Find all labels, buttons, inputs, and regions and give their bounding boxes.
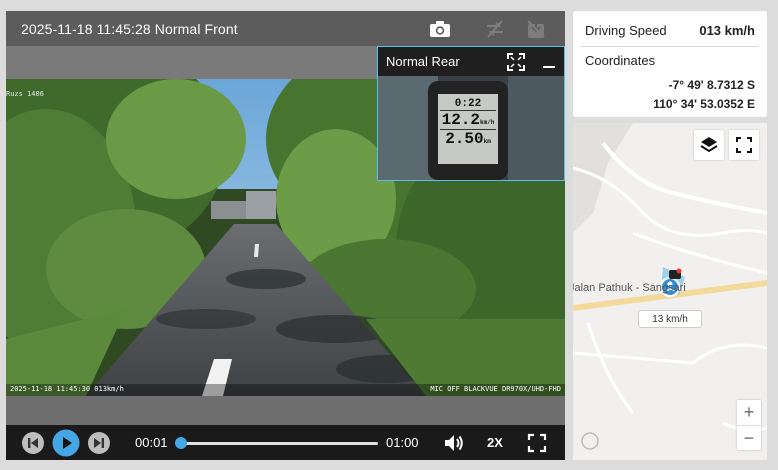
front-video[interactable]: Ruzs 1406 2025-11-18 11:45:30 013km/h MI… bbox=[6, 46, 565, 396]
bike-computer: 0:22 12.2 km/h 2.50 km bbox=[440, 98, 496, 148]
fullscreen-icon[interactable] bbox=[527, 433, 547, 453]
minimize-icon[interactable] bbox=[541, 52, 557, 72]
video-header: 2025-11-18 11:45:28 Normal Front bbox=[6, 11, 565, 46]
camera-icon[interactable] bbox=[428, 17, 452, 41]
latitude: -7° 49' 8.7312 S bbox=[668, 78, 755, 92]
meter-speed: 12.2 bbox=[441, 111, 480, 129]
zoom-out-button[interactable]: − bbox=[737, 425, 761, 450]
total-time: 01:00 bbox=[386, 435, 419, 450]
current-time: 00:01 bbox=[135, 435, 168, 450]
play-button[interactable] bbox=[52, 429, 80, 457]
map-fullscreen-button[interactable] bbox=[729, 130, 759, 160]
rear-title: Normal Rear bbox=[386, 54, 460, 69]
download-icon[interactable] bbox=[524, 17, 548, 41]
road-label: Jalan Pathuk - Sangsari bbox=[573, 282, 686, 294]
expand-icon[interactable] bbox=[506, 52, 526, 72]
fullscreen-icon bbox=[736, 137, 752, 153]
app-frame: 2025-11-18 11:45:28 Normal Front Ruzs 14… bbox=[0, 0, 778, 470]
seek-track[interactable] bbox=[177, 442, 378, 445]
driving-info-panel: Driving Speed 013 km/h Coordinates -7° 4… bbox=[573, 11, 767, 117]
meter-distance-unit: km bbox=[483, 138, 491, 145]
layers-button[interactable] bbox=[694, 130, 724, 160]
speed-value: 013 km/h bbox=[699, 23, 755, 38]
volume-icon[interactable] bbox=[443, 433, 465, 453]
rear-camera-image: 0:22 12.2 km/h 2.50 km bbox=[378, 76, 564, 180]
rear-video-pip[interactable]: Normal Rear 0:22 12.2 km/h 2.50 km bbox=[377, 46, 565, 181]
osd-bottom-bar: 2025-11-18 11:45:30 013km/h MIC OFF BLAC… bbox=[6, 384, 565, 396]
next-button[interactable] bbox=[87, 431, 111, 455]
map-view[interactable]: Jalan Pathuk - Sangsari 13 km/h + − bbox=[573, 123, 767, 460]
osd-device: MIC OFF BLACKVUE DR970X/UHD-FHD bbox=[430, 385, 561, 393]
divider bbox=[581, 46, 759, 47]
zoom-control: + − bbox=[737, 400, 761, 450]
rear-header: Normal Rear bbox=[378, 47, 564, 76]
player-controls: 00:01 01:00 2X bbox=[6, 425, 565, 460]
layers-icon bbox=[700, 137, 718, 153]
coords-label: Coordinates bbox=[585, 53, 656, 68]
prev-button[interactable] bbox=[21, 431, 45, 455]
longitude: 110° 34' 53.0352 E bbox=[653, 97, 755, 111]
osd-timestamp: 2025-11-18 11:45:30 013km/h bbox=[10, 385, 124, 393]
meter-distance: 2.50 bbox=[445, 130, 484, 148]
zoom-in-button[interactable]: + bbox=[737, 400, 761, 425]
meter-time: 0:22 bbox=[440, 98, 496, 111]
video-title: 2025-11-18 11:45:28 Normal Front bbox=[21, 20, 238, 37]
swap-camera-icon[interactable] bbox=[483, 17, 507, 41]
marker-speed-tag: 13 km/h bbox=[638, 310, 702, 328]
meter-speed-unit: km/h bbox=[480, 119, 495, 126]
osd-top-label: Ruzs 1406 bbox=[6, 90, 44, 98]
speed-label: Driving Speed bbox=[585, 23, 667, 38]
seek-handle[interactable] bbox=[175, 437, 188, 449]
playback-rate[interactable]: 2X bbox=[487, 435, 503, 450]
video-player: 2025-11-18 11:45:28 Normal Front Ruzs 14… bbox=[6, 11, 565, 460]
